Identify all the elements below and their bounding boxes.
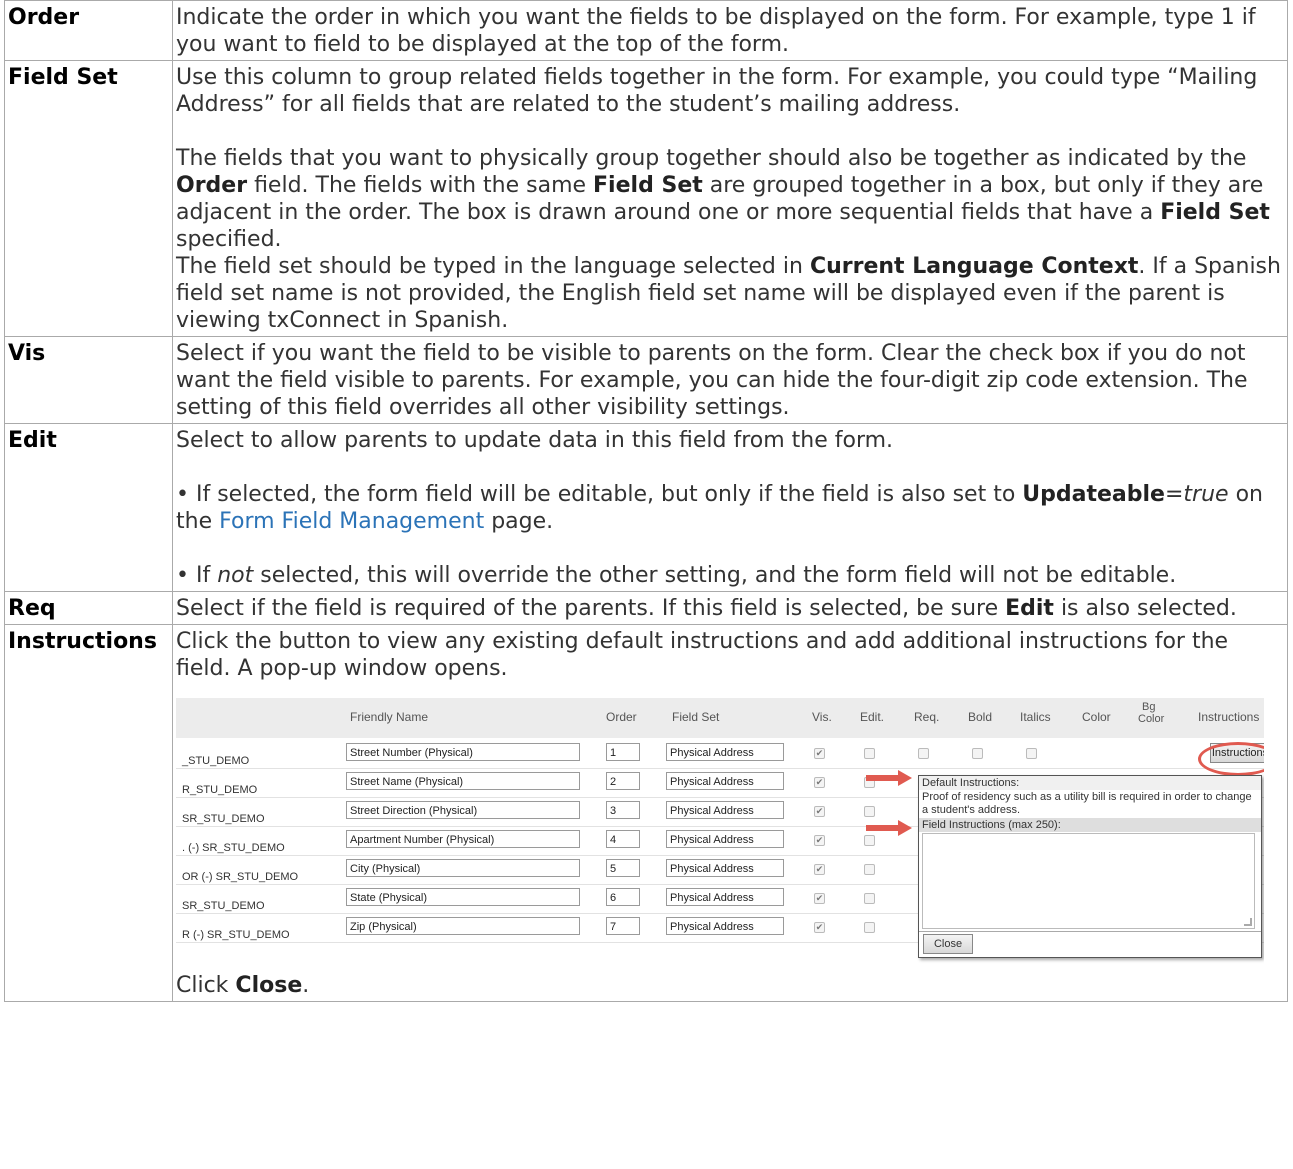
friendly-name-input[interactable]: Zip (Physical) — [346, 917, 580, 935]
header-bg-color-2: Color — [1138, 713, 1165, 725]
desc-order: Indicate the order in which you want the… — [172, 0, 1288, 61]
header-req: Req. — [914, 710, 940, 724]
edit-paragraph-1: Select to allow parents to update data i… — [176, 428, 894, 453]
edit-checkbox[interactable] — [864, 864, 875, 875]
arrow-icon — [866, 820, 912, 836]
vis-checkbox[interactable]: ✔ — [814, 922, 825, 933]
order-input[interactable]: 3 — [606, 801, 640, 819]
resize-grip-icon[interactable] — [1244, 918, 1252, 926]
vis-checkbox[interactable]: ✔ — [814, 748, 825, 759]
bold-checkbox[interactable] — [972, 748, 983, 759]
screenshot-row: _STU_DEMO Street Number (Physical) 1 Physic… — [176, 739, 1264, 769]
row-table-name: R (-) SR_STU_DEMO — [182, 929, 290, 941]
order-input[interactable]: 5 — [606, 859, 640, 877]
italics-checkbox[interactable] — [1026, 748, 1037, 759]
embedded-screenshot: Friendly Name Order Field Set Vis. Edit.… — [176, 698, 1264, 966]
vis-checkbox[interactable]: ✔ — [814, 864, 825, 875]
desc-req: Select if the field is required of the p… — [172, 591, 1288, 625]
edit-paragraph-2: • If selected, the form field will be ed… — [176, 482, 1263, 534]
order-input[interactable]: 7 — [606, 917, 640, 935]
order-input[interactable]: 6 — [606, 888, 640, 906]
term-instructions: Instructions — [4, 624, 173, 1002]
friendly-name-input[interactable]: State (Physical) — [346, 888, 580, 906]
field-set-input[interactable]: Physical Address — [666, 801, 784, 819]
form-field-management-link[interactable]: Form Field Management — [219, 509, 484, 534]
friendly-name-input[interactable]: Street Direction (Physical) — [346, 801, 580, 819]
instructions-paragraph-close: Click Close. — [176, 973, 310, 998]
header-friendly-name: Friendly Name — [350, 710, 429, 724]
instructions-paragraph-1: Click the button to view any existing de… — [176, 629, 1229, 681]
edit-checkbox[interactable] — [864, 893, 875, 904]
field-set-paragraph-1: Use this column to group related fields … — [176, 65, 1258, 117]
term-edit: Edit — [4, 423, 173, 592]
order-input[interactable]: 4 — [606, 830, 640, 848]
instructions-popup: Default Instructions: Proof of residency… — [918, 775, 1262, 958]
row-vis: Vis Select if you want the field to be v… — [4, 336, 1288, 424]
screenshot-header: Friendly Name Order Field Set Vis. Edit.… — [176, 698, 1264, 738]
header-order: Order — [606, 710, 637, 724]
vis-checkbox[interactable]: ✔ — [814, 806, 825, 817]
header-bold: Bold — [968, 710, 993, 724]
desc-edit: Select to allow parents to update data i… — [172, 423, 1288, 592]
desc-field-set: Use this column to group related fields … — [172, 60, 1288, 337]
row-order: Order Indicate the order in which you wa… — [4, 0, 1288, 61]
row-field-set: Field Set Use this column to group relat… — [4, 60, 1288, 337]
term-vis: Vis — [4, 336, 173, 424]
vis-checkbox[interactable]: ✔ — [814, 777, 825, 788]
friendly-name-input[interactable]: Street Number (Physical) — [346, 743, 580, 761]
field-set-input[interactable]: Physical Address — [666, 743, 784, 761]
field-instructions-title: Field Instructions (max 250): — [919, 818, 1261, 832]
term-field-set: Field Set — [4, 60, 173, 337]
friendly-name-input[interactable]: City (Physical) — [346, 859, 580, 877]
vis-checkbox[interactable]: ✔ — [814, 835, 825, 846]
field-set-paragraph-3: The field set should be typed in the lan… — [176, 254, 1281, 333]
req-checkbox[interactable] — [918, 748, 929, 759]
term-order: Order — [4, 0, 173, 61]
header-color: Color — [1082, 710, 1111, 724]
edit-paragraph-3: • If not selected, this will override th… — [176, 563, 1177, 588]
order-input[interactable]: 1 — [606, 743, 640, 761]
vis-checkbox[interactable]: ✔ — [814, 893, 825, 904]
field-set-input[interactable]: Physical Address — [666, 917, 784, 935]
friendly-name-input[interactable]: Apartment Number (Physical) — [346, 830, 580, 848]
row-req: Req Select if the field is required of t… — [4, 591, 1288, 625]
default-instructions-text: Proof of residency such as a utility bil… — [922, 791, 1252, 816]
order-input[interactable]: 2 — [606, 772, 640, 790]
header-italics: Italics — [1020, 710, 1051, 724]
row-edit: Edit Select to allow parents to update d… — [4, 423, 1288, 592]
arrow-icon — [866, 770, 912, 786]
header-instructions: Instructions — [1198, 710, 1260, 724]
friendly-name-input[interactable]: Street Name (Physical) — [346, 772, 580, 790]
field-set-input[interactable]: Physical Address — [666, 772, 784, 790]
header-vis: Vis. — [812, 710, 832, 724]
edit-checkbox[interactable] — [864, 922, 875, 933]
field-set-input[interactable]: Physical Address — [666, 888, 784, 906]
edit-checkbox[interactable] — [864, 748, 875, 759]
header-edit: Edit. — [860, 710, 885, 724]
header-field-set: Field Set — [672, 710, 720, 724]
edit-checkbox[interactable] — [864, 835, 875, 846]
popup-close-button[interactable]: Close — [923, 934, 973, 954]
field-description-table: Order Indicate the order in which you wa… — [4, 0, 1288, 1002]
field-set-paragraph-2: The fields that you want to physically g… — [176, 146, 1270, 252]
edit-checkbox[interactable] — [864, 806, 875, 817]
term-req: Req — [4, 591, 173, 625]
field-instructions-textarea[interactable] — [922, 833, 1255, 929]
row-instructions: Instructions Click the button to view an… — [4, 624, 1288, 1002]
field-set-input[interactable]: Physical Address — [666, 830, 784, 848]
field-set-input[interactable]: Physical Address — [666, 859, 784, 877]
default-instructions-title: Default Instructions: — [919, 776, 1261, 790]
desc-instructions: Click the button to view any existing de… — [172, 624, 1288, 1002]
desc-vis: Select if you want the field to be visib… — [172, 336, 1288, 424]
